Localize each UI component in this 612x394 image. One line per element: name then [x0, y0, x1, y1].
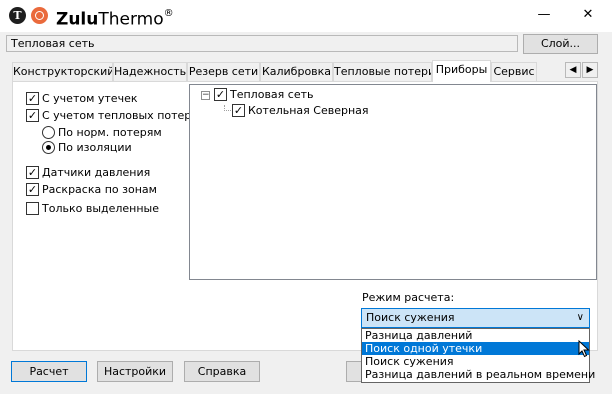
mode-option-narrowing[interactable]: Поиск сужения	[362, 355, 589, 368]
tab-scroll-right-icon[interactable]: ▶	[582, 62, 598, 78]
tab-service[interactable]: Сервис	[491, 62, 537, 81]
layer-button[interactable]: Слой...	[523, 34, 598, 54]
zone-coloring-label: Раскраска по зонам	[42, 183, 157, 196]
close-button[interactable]: ✕	[566, 0, 610, 32]
network-tree[interactable]: − ✓ Тепловая сеть ✓ Котельная Северная	[189, 84, 597, 280]
mode-option-pressure-difference[interactable]: Разница давлений	[362, 329, 589, 342]
app-title-bold: Zulu	[56, 9, 99, 30]
checkbox-checked-icon: ✓	[26, 108, 39, 122]
checkbox-checked-icon: ✓	[26, 182, 39, 196]
norm-loss-radio[interactable]: По норм. потерям	[42, 125, 162, 142]
tree-item-label: Тепловая сеть	[230, 88, 314, 101]
leaks-checkbox[interactable]: ✓ С учетом утечек	[26, 91, 138, 108]
checkbox-checked-icon: ✓	[26, 165, 39, 179]
settings-button[interactable]: Настройки	[97, 361, 173, 382]
insulation-radio[interactable]: По изоляции	[42, 140, 132, 157]
tab-network-reserve[interactable]: Резерв сети	[187, 62, 260, 81]
heat-loss-checkbox[interactable]: ✓ С учетом тепловых потерь	[26, 108, 198, 125]
checkbox-checked-icon: ✓	[232, 103, 245, 117]
mouse-cursor-icon	[578, 340, 590, 358]
tab-devices[interactable]: Приборы	[432, 60, 491, 82]
chevron-down-icon: ∨	[576, 312, 584, 323]
mode-select[interactable]: Поиск сужения ∨	[361, 308, 590, 328]
tab-heat-loss[interactable]: Тепловые потери	[333, 62, 432, 81]
help-button[interactable]: Справка	[184, 361, 260, 382]
pressure-sensors-label: Датчики давления	[42, 166, 151, 179]
mode-option-realtime-pressure[interactable]: Разница давлений в реальном времени	[362, 368, 595, 381]
tree-item-label: Котельная Северная	[248, 104, 369, 117]
selected-only-label: Только выделенные	[42, 202, 160, 215]
app-logo-ring-icon	[31, 7, 48, 24]
heat-loss-label: С учетом тепловых потерь	[42, 109, 198, 122]
app-title: ZuluThermo®	[56, 5, 174, 31]
pressure-sensors-checkbox[interactable]: ✓ Датчики давления	[26, 165, 151, 182]
hidden-button-edge[interactable]	[346, 361, 362, 382]
tree-item-heat-network[interactable]: ✓ Тепловая сеть	[214, 87, 314, 104]
zone-coloring-checkbox[interactable]: ✓ Раскраска по зонам	[26, 182, 157, 199]
calculate-button[interactable]: Расчет	[11, 361, 87, 382]
radio-on-icon	[42, 140, 55, 154]
network-name-field: Тепловая сеть	[6, 35, 518, 52]
app-title-rest: Thermo	[98, 9, 164, 30]
selected-only-checkbox[interactable]: Только выделенные	[26, 201, 160, 218]
checkbox-checked-icon: ✓	[26, 91, 39, 105]
title-bar: T ZuluThermo® — ✕	[0, 0, 612, 32]
registered-mark: ®	[163, 8, 174, 19]
mode-dropdown-list: Разница давлений Поиск одной утечки Поис…	[361, 328, 595, 383]
mode-option-single-leak[interactable]: Поиск одной утечки	[362, 342, 589, 355]
checkbox-empty-icon	[26, 201, 39, 215]
mode-select-value: Поиск сужения	[366, 311, 455, 324]
tree-collapse-icon[interactable]: −	[201, 91, 210, 100]
radio-off-icon	[42, 125, 55, 139]
norm-loss-label: По норм. потерям	[58, 126, 162, 139]
tab-scroll-left-icon[interactable]: ◀	[565, 62, 581, 78]
minimize-button[interactable]: —	[522, 0, 566, 32]
mode-label: Режим расчета:	[362, 291, 455, 304]
app-logo-icon: T	[9, 7, 26, 24]
leaks-label: С учетом утечек	[42, 92, 138, 105]
tab-constructor[interactable]: Конструкторский	[12, 62, 113, 81]
tab-reliability[interactable]: Надежность	[113, 62, 187, 81]
insulation-label: По изоляции	[58, 141, 132, 154]
tab-calibration[interactable]: Калибровка	[260, 62, 333, 81]
tree-item-boiler-north[interactable]: ✓ Котельная Северная	[232, 103, 369, 120]
checkbox-checked-icon: ✓	[214, 87, 227, 101]
